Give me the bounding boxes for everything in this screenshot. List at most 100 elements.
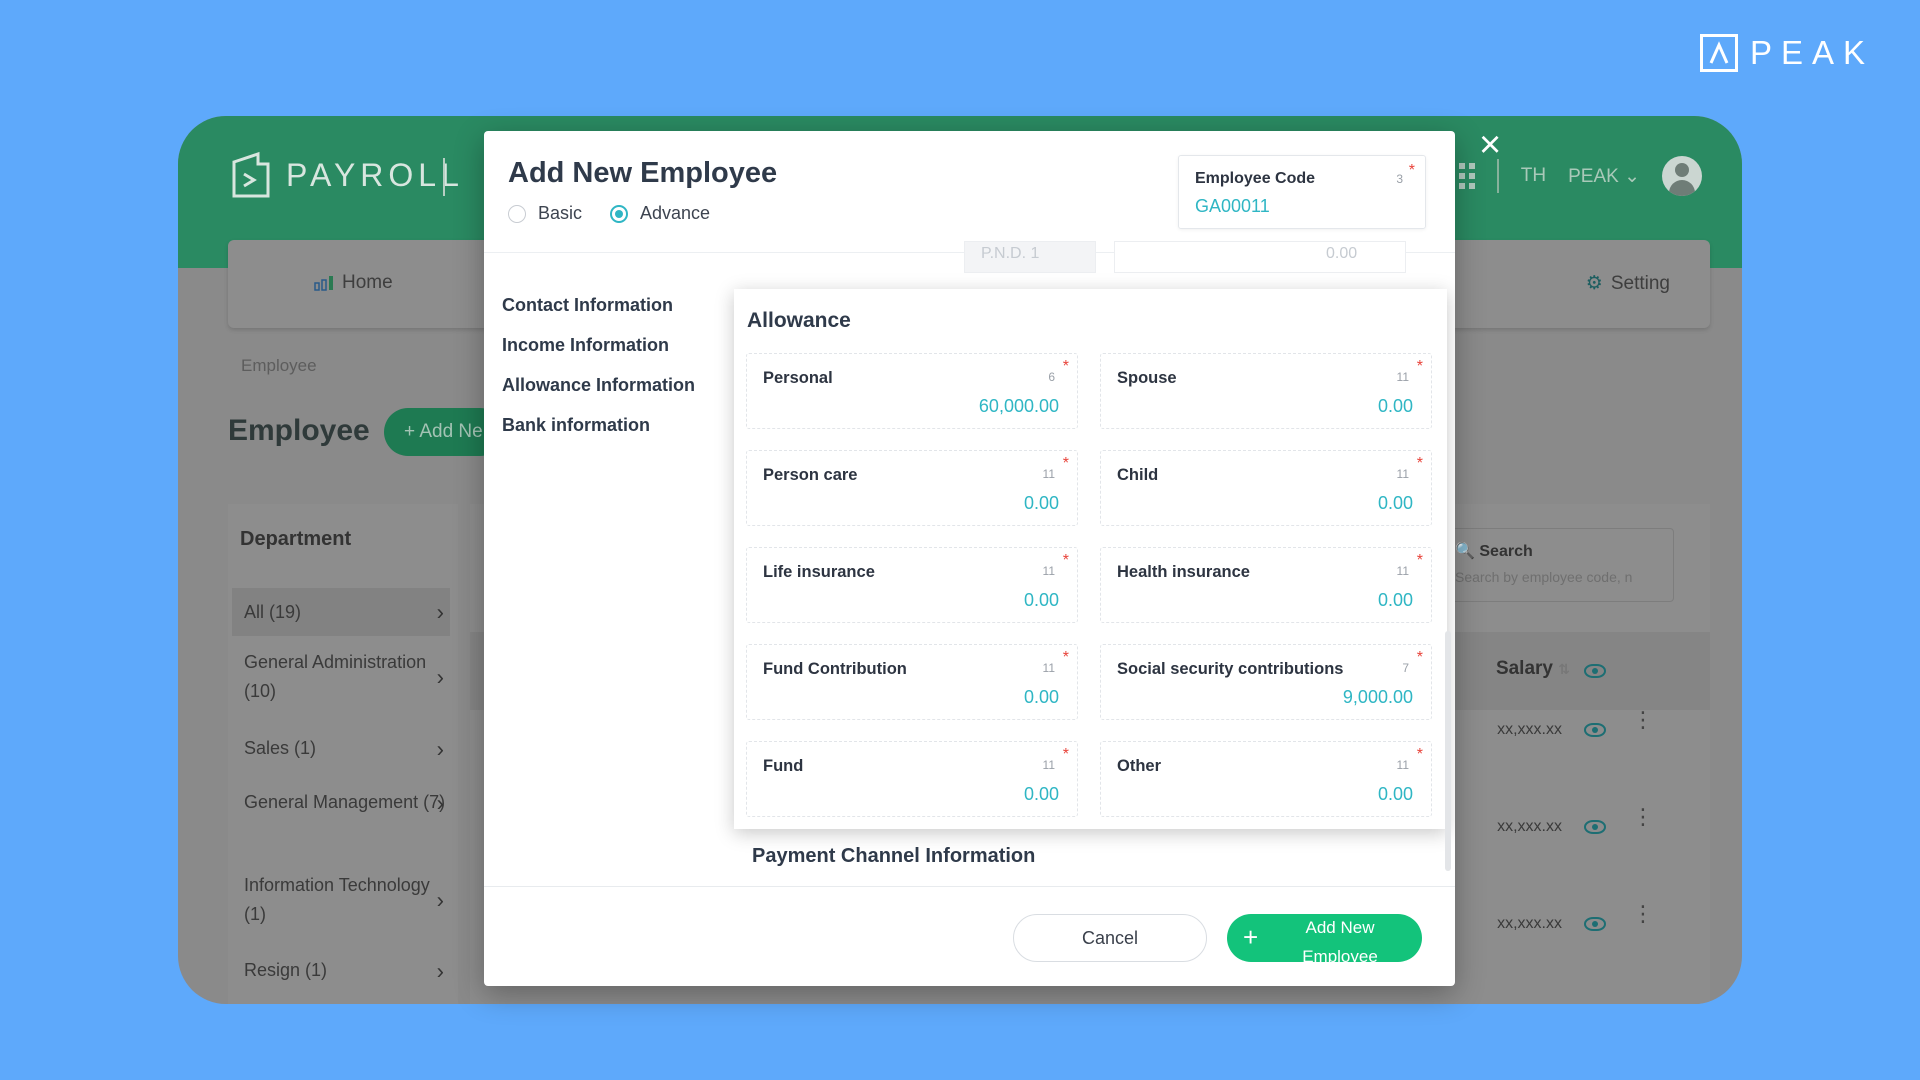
more-options-icon[interactable]: ⋮	[1632, 806, 1654, 828]
department-item-label: Sales (1)	[244, 738, 317, 758]
allowance-other-field[interactable]: Other 11 * 0.00	[1100, 741, 1432, 817]
bar-chart-icon	[314, 276, 333, 291]
salary-column-header[interactable]: Salary ⇅	[1496, 658, 1570, 680]
search-box[interactable]: 🔍 Search Search by employee code, n	[1446, 528, 1674, 602]
allowance-social-security-field[interactable]: Social security contributions 7 * 9,000.…	[1100, 644, 1432, 720]
nav-home[interactable]: Home	[314, 272, 393, 294]
department-item[interactable]: Information Technology (1) ›	[232, 871, 450, 929]
payroll-logo[interactable]: PAYROLL	[228, 150, 464, 200]
field-input[interactable]: 0.00	[1378, 784, 1413, 805]
field-input[interactable]: 9,000.00	[1343, 687, 1413, 708]
eye-icon[interactable]	[1584, 917, 1606, 931]
allowance-health-insurance-field[interactable]: Health insurance 11 * 0.00	[1100, 547, 1432, 623]
field-label: Life insurance	[763, 563, 875, 581]
chevron-right-icon: ›	[436, 599, 444, 625]
radio-selected-icon	[610, 204, 628, 223]
required-marker: *	[1416, 358, 1423, 375]
salary-cell: xx,xxx.xx	[1497, 915, 1562, 932]
required-marker: *	[1416, 552, 1423, 569]
department-item[interactable]: General Administration (10) ›	[232, 648, 450, 706]
field-label: Fund	[763, 757, 804, 775]
chevron-right-icon: ›	[436, 736, 444, 761]
required-marker: *	[1062, 455, 1069, 472]
allowance-panel: Allowance Personal 6 * 60,000.00 Spouse …	[734, 289, 1447, 829]
char-count: 11	[1396, 467, 1409, 481]
eye-icon[interactable]	[1584, 664, 1606, 678]
department-item[interactable]: All (19) ›	[232, 588, 450, 636]
cancel-button[interactable]: Cancel	[1013, 914, 1207, 962]
field-label: Social security contributions	[1117, 660, 1344, 678]
field-label: Other	[1117, 757, 1162, 775]
user-name: PEAK	[1568, 165, 1619, 187]
mode-basic-radio[interactable]: Basic	[508, 203, 582, 224]
department-item[interactable]: General Management (7) ›	[232, 788, 450, 817]
close-icon[interactable]: ×	[1479, 126, 1501, 164]
more-options-icon[interactable]: ⋮	[1632, 709, 1654, 731]
section-nav-contact[interactable]: Contact Information	[502, 295, 695, 316]
avatar[interactable]	[1662, 156, 1702, 196]
required-marker: *	[1416, 649, 1423, 666]
add-new-employee-label: Add New Employee	[1302, 918, 1378, 966]
allowance-fund-contribution-field[interactable]: Fund Contribution 11 * 0.00	[746, 644, 1078, 720]
allowance-title: Allowance	[747, 309, 851, 332]
field-label: Personal	[763, 369, 833, 387]
mode-advance-radio[interactable]: Advance	[610, 203, 710, 224]
department-item-label: General Administration (10)	[244, 652, 427, 701]
field-input[interactable]: 60,000.00	[979, 396, 1059, 417]
field-input[interactable]: 0.00	[1378, 590, 1413, 611]
allowance-personal-field[interactable]: Personal 6 * 60,000.00	[746, 353, 1078, 429]
modal-scrollbar[interactable]	[1445, 631, 1451, 871]
char-count: 3	[1396, 172, 1403, 186]
eye-icon[interactable]	[1584, 723, 1606, 737]
field-input[interactable]: 0.00	[1378, 493, 1413, 514]
nav-setting-label: Setting	[1610, 272, 1670, 294]
section-nav-allowance[interactable]: Allowance Information	[502, 375, 695, 396]
char-count: 6	[1048, 370, 1055, 384]
field-input[interactable]: 0.00	[1378, 396, 1413, 417]
salary-cell: xx,xxx.xx	[1497, 721, 1562, 738]
mode-basic-label: Basic	[538, 203, 583, 223]
char-count: 11	[1042, 758, 1055, 772]
allowance-life-insurance-field[interactable]: Life insurance 11 * 0.00	[746, 547, 1078, 623]
char-count: 11	[1396, 758, 1409, 772]
employee-code-input[interactable]: GA00011	[1195, 196, 1270, 217]
section-nav-income[interactable]: Income Information	[502, 335, 695, 356]
gear-icon: ⚙	[1585, 273, 1603, 294]
employee-code-label: Employee Code	[1195, 170, 1316, 187]
field-label: Person care	[763, 466, 858, 484]
section-nav: Contact Information Income Information A…	[502, 295, 695, 455]
allowance-child-field[interactable]: Child 11 * 0.00	[1100, 450, 1432, 526]
breadcrumb[interactable]: Employee	[241, 356, 317, 376]
allowance-person-care-field[interactable]: Person care 11 * 0.00	[746, 450, 1078, 526]
add-new-employee-button[interactable]: + Add New Employee	[1227, 914, 1422, 966]
field-label: Fund Contribution	[763, 660, 907, 678]
chevron-right-icon: ›	[436, 664, 444, 690]
language-switch[interactable]: TH	[1521, 165, 1546, 187]
department-item[interactable]: Resign (1) ›	[232, 956, 450, 985]
page-title: Employee	[228, 414, 370, 447]
allowance-fund-field[interactable]: Fund 11 * 0.00	[746, 741, 1078, 817]
eye-icon[interactable]	[1584, 820, 1606, 834]
nav-setting[interactable]: ⚙ Setting	[1586, 272, 1670, 295]
allowance-spouse-field[interactable]: Spouse 11 * 0.00	[1100, 353, 1432, 429]
chevron-right-icon: ›	[436, 790, 444, 815]
department-item[interactable]: Sales (1) ›	[232, 734, 450, 763]
field-input[interactable]: 0.00	[1024, 687, 1059, 708]
department-item-label: All (19)	[244, 601, 302, 622]
field-input[interactable]: 0.00	[1024, 784, 1059, 805]
behind-amount-field[interactable]	[1114, 241, 1406, 273]
field-input[interactable]: 0.00	[1024, 590, 1059, 611]
payment-channel-section-title: Payment Channel Information	[752, 845, 1036, 867]
search-input[interactable]: Search by employee code, n	[1455, 569, 1665, 585]
section-nav-bank[interactable]: Bank information	[502, 415, 695, 436]
modal-footer-divider	[484, 886, 1455, 887]
chevron-down-icon: ⌄	[1624, 165, 1640, 187]
more-options-icon[interactable]: ⋮	[1632, 903, 1654, 925]
field-input[interactable]: 0.00	[1024, 493, 1059, 514]
salary-cell: xx,xxx.xx	[1497, 818, 1562, 835]
behind-amount-value: 0.00	[1326, 245, 1358, 262]
required-marker: *	[1062, 552, 1069, 569]
employee-code-field[interactable]: Employee Code 3 * GA00011	[1178, 155, 1426, 229]
char-count: 11	[1042, 467, 1055, 481]
user-menu[interactable]: PEAK ⌄	[1568, 165, 1640, 188]
